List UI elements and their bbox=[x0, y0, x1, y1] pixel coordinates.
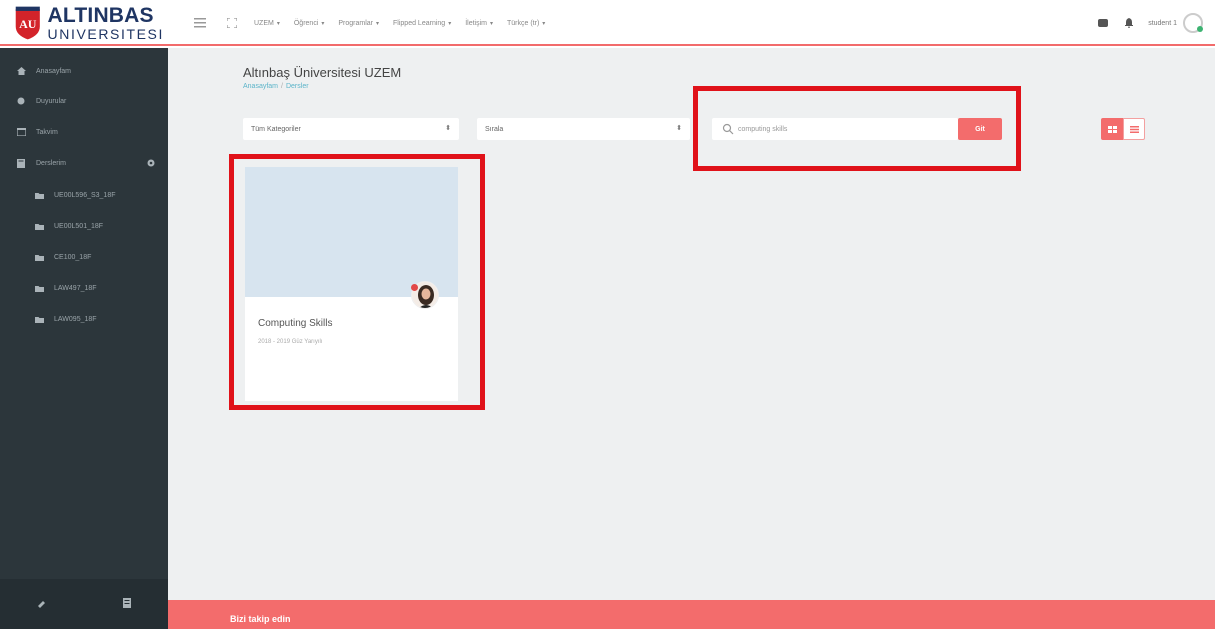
page-footer: Bizi takip edin bbox=[168, 600, 1215, 629]
user-menu-area: student 1 bbox=[1096, 0, 1203, 46]
chevron-down-icon: ▾ bbox=[376, 20, 380, 27]
gear-icon[interactable] bbox=[146, 158, 156, 168]
course-search-input[interactable]: computing skills bbox=[712, 118, 958, 140]
search-go-button[interactable]: Git bbox=[958, 118, 1002, 140]
breadcrumb-dersler[interactable]: Dersler bbox=[286, 83, 309, 90]
course-card-image[interactable] bbox=[245, 167, 458, 297]
svg-text:AU: AU bbox=[19, 17, 37, 31]
top-nav: UZEM ▾ Öğrenci ▾ Programlar ▾ Flipped Learn… bbox=[190, 0, 559, 46]
sidebar-item-duyurular[interactable]: Duyurular bbox=[0, 88, 168, 114]
search-input-value: computing skills bbox=[738, 125, 788, 133]
sidebar-item-derslerim[interactable]: Derslerim bbox=[0, 150, 168, 176]
chevron-down-icon: ▾ bbox=[321, 20, 325, 27]
sidebar-course-3[interactable]: CE100_18F bbox=[0, 244, 168, 270]
folder-icon bbox=[34, 314, 44, 324]
course-title[interactable]: Computing Skills bbox=[258, 318, 332, 329]
grid-icon bbox=[1107, 125, 1117, 133]
fullscreen-icon[interactable] bbox=[222, 13, 242, 33]
select-arrows-icon: ⬍ bbox=[445, 125, 451, 132]
nav-uzem[interactable]: UZEM ▾ bbox=[254, 20, 280, 27]
main-content: Altınbaş Üniversitesi UZEM Anasayfam / Der… bbox=[168, 48, 1215, 600]
grid-view-button[interactable] bbox=[1101, 118, 1123, 140]
sidebar-course-1[interactable]: UE00L596_S3_18F bbox=[0, 182, 168, 208]
list-view-button[interactable] bbox=[1123, 118, 1145, 140]
course-term: 2018 - 2019 Güz Yarıyılı bbox=[258, 339, 323, 345]
folder-icon bbox=[34, 190, 44, 200]
nav-language[interactable]: Türkçe (tr) ▾ bbox=[507, 20, 545, 27]
sidebar-course-5[interactable]: LAW095_18F bbox=[0, 306, 168, 332]
app-window: AU ALTINBAS UNIVERSITESI UZEM ▾ Öğrenci ▾ … bbox=[0, 0, 1215, 629]
folder-icon bbox=[34, 283, 44, 293]
nav-flipped-learning[interactable]: Flipped Learning ▾ bbox=[393, 20, 451, 27]
top-header: AU ALTINBAS UNIVERSITESI UZEM ▾ Öğrenci ▾ … bbox=[0, 0, 1215, 46]
sidebar-footer bbox=[0, 579, 168, 629]
chevron-down-icon: ▾ bbox=[489, 20, 493, 27]
sort-select[interactable]: Sırala ⬍ bbox=[477, 118, 690, 140]
select-arrows-icon: ⬍ bbox=[676, 125, 682, 132]
bell-icon[interactable] bbox=[1122, 16, 1136, 30]
chevron-down-icon: ▾ bbox=[276, 20, 280, 27]
shield-logo-icon: AU bbox=[15, 6, 40, 40]
tag-icon bbox=[16, 96, 26, 106]
nav-ogrenci[interactable]: Öğrenci ▾ bbox=[294, 20, 325, 27]
notification-badge bbox=[411, 284, 418, 291]
message-icon[interactable] bbox=[1096, 16, 1110, 30]
online-status-dot bbox=[1197, 26, 1203, 32]
nav-iletisim[interactable]: İletişim ▾ bbox=[465, 20, 493, 27]
sidebar-item-anasayfam[interactable]: Anasayfam bbox=[0, 58, 168, 84]
folder-icon bbox=[34, 252, 44, 262]
user-name[interactable]: student 1 bbox=[1148, 20, 1177, 27]
search-icon bbox=[722, 123, 734, 135]
calendar-icon bbox=[16, 127, 26, 137]
breadcrumb-home[interactable]: Anasayfam bbox=[243, 83, 278, 90]
sidebar: Anasayfam Duyurular Takvim Derslerim UE0… bbox=[0, 48, 168, 629]
chevron-down-icon: ▾ bbox=[542, 20, 546, 27]
brand-name: ALTINBAS bbox=[47, 4, 154, 27]
sidebar-item-takvim[interactable]: Takvim bbox=[0, 119, 168, 145]
sidebar-course-4[interactable]: LAW497_18F bbox=[0, 275, 168, 301]
category-select[interactable]: Tüm Kategoriler ⬍ bbox=[243, 118, 459, 140]
course-card[interactable]: Computing Skills 2018 - 2019 Güz Yarıyıl… bbox=[245, 167, 458, 401]
footer-follow-text: Bizi takip edin bbox=[230, 614, 291, 624]
folder-icon bbox=[34, 221, 44, 231]
user-avatar[interactable] bbox=[1183, 13, 1203, 33]
wrench-icon[interactable] bbox=[37, 595, 48, 613]
chevron-down-icon: ▾ bbox=[448, 20, 452, 27]
book-icon bbox=[16, 158, 26, 168]
nav-programlar[interactable]: Programlar ▾ bbox=[338, 20, 379, 27]
document-icon[interactable] bbox=[122, 595, 131, 613]
hamburger-icon[interactable] bbox=[190, 13, 210, 33]
list-icon bbox=[1129, 125, 1139, 133]
view-toggle bbox=[1101, 118, 1145, 140]
page-title: Altınbaş Üniversitesi UZEM bbox=[243, 65, 402, 80]
sidebar-course-2[interactable]: UE00L501_18F bbox=[0, 213, 168, 239]
breadcrumb: Anasayfam / Dersler bbox=[243, 83, 309, 90]
home-icon bbox=[16, 66, 26, 76]
university-logo[interactable]: AU ALTINBAS UNIVERSITESI bbox=[14, 2, 164, 44]
brand-subtitle: UNIVERSITESI bbox=[47, 26, 164, 42]
